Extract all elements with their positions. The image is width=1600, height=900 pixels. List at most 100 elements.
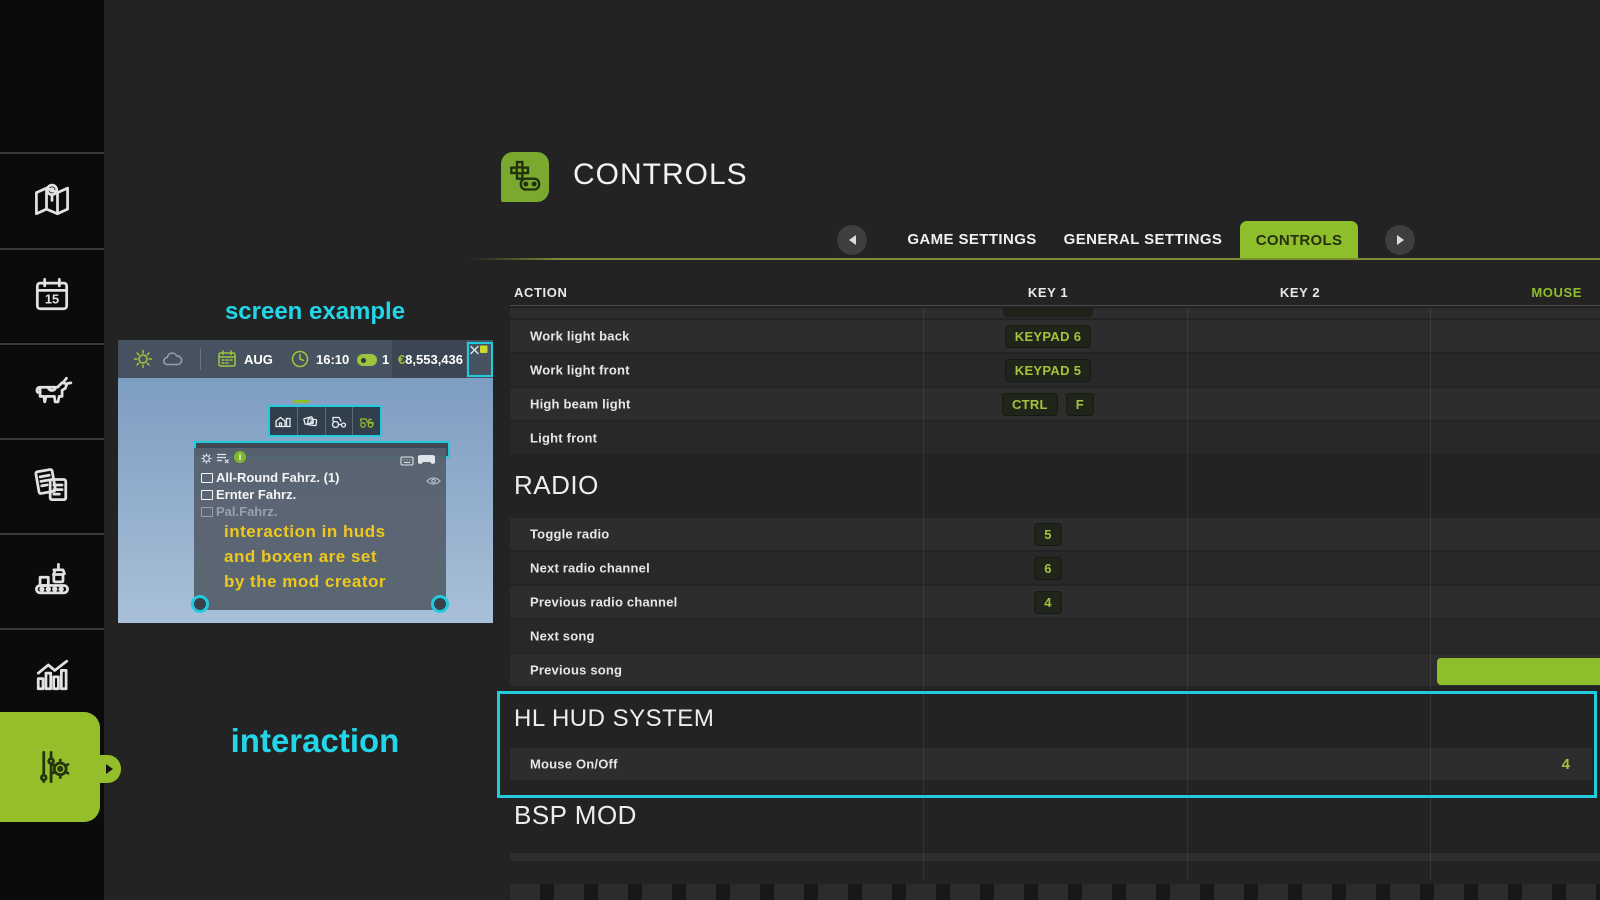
sidebar-item-calendar[interactable]: 15 [30, 273, 74, 317]
calendar-icon: 15 [30, 304, 74, 321]
map-icon [30, 209, 74, 226]
key1-binding[interactable]: KEYPAD 6 [1005, 325, 1091, 348]
action-label: High beam light [530, 397, 631, 412]
action-label: Previous song [530, 663, 622, 678]
table-row[interactable]: Next song [510, 620, 1600, 652]
col-header-mouse: MOUSE [1482, 285, 1582, 300]
divider [0, 152, 104, 154]
sun-icon [132, 348, 154, 375]
divider [200, 348, 201, 370]
money-value: 8,553,436 [405, 352, 463, 367]
column-divider [923, 308, 924, 880]
key1-binding[interactable]: 6 [1034, 557, 1062, 580]
table-row[interactable]: Light front [510, 422, 1600, 454]
hud-item-label: Pal.Fahrz. [216, 504, 277, 519]
sidebar-item-statistics[interactable] [30, 653, 74, 697]
chevron-left-icon [849, 235, 856, 245]
key1-binding-modifier[interactable]: CTRL [1002, 393, 1058, 416]
sidebar-item-animals[interactable] [30, 368, 74, 412]
money-cards-icon [298, 407, 326, 435]
action-label: Previous radio channel [530, 595, 677, 610]
checkbox-icon [201, 473, 213, 483]
production-icon [30, 589, 74, 606]
hud-list-item-dimmed: Pal.Fahrz. [201, 504, 277, 519]
action-label: Toggle radio [530, 527, 609, 542]
mouse-binding-value[interactable]: 4 [1500, 756, 1570, 773]
tab-controls-label: CONTROLS [1256, 232, 1343, 249]
chevron-right-icon [106, 764, 113, 774]
toolbar-green-tick [293, 400, 309, 403]
controls-app-icon [501, 152, 549, 202]
key1-binding[interactable]: F [1066, 393, 1094, 416]
screen-example-image: AUG 16:10 1 €8,553,436 [118, 340, 493, 623]
info-icon [234, 451, 246, 463]
chevron-right-icon [1397, 235, 1404, 245]
table-row-partial-bottom [510, 884, 1600, 900]
table-row[interactable]: High beam light CTRL F [510, 388, 1600, 420]
hud-toolbar [268, 405, 382, 437]
annotation-note-line: and boxen are set [224, 547, 377, 567]
tab-game-settings[interactable]: GAME SETTINGS [907, 231, 1036, 248]
resize-handle-icon [431, 595, 449, 613]
partial-key-badge [1003, 308, 1093, 317]
eye-icon [426, 473, 441, 491]
col-header-action: ACTION [514, 285, 567, 300]
divider [0, 438, 104, 440]
divider [0, 628, 104, 630]
action-label: Next radio channel [530, 561, 650, 576]
col-header-key1: KEY 1 [1028, 285, 1068, 300]
annotation-note-line: interaction in huds [224, 522, 386, 542]
sidebar-item-finances[interactable] [30, 463, 74, 507]
gamepad-icon [501, 184, 545, 201]
settings-sliders-icon [30, 776, 74, 793]
documents-icon [30, 494, 74, 511]
action-label: Light front [530, 431, 597, 446]
key1-binding[interactable]: 4 [1034, 591, 1062, 614]
annotation-corner-highlight [467, 342, 493, 377]
checkbox-icon [201, 507, 213, 517]
key1-binding[interactable]: KEYPAD 5 [1005, 359, 1091, 382]
sidebar-item-map[interactable] [30, 178, 74, 222]
calendar-icon [216, 348, 238, 375]
svg-text:15: 15 [45, 291, 59, 306]
gear-icon [200, 452, 213, 470]
checkbox-icon [201, 490, 213, 500]
table-row-partial [510, 853, 1600, 861]
cloud-icon [162, 351, 184, 372]
section-title-bsp-mod: BSP MOD [514, 800, 637, 831]
table-row[interactable]: Work light front KEYPAD 5 [510, 354, 1600, 386]
mouse-binding-selected[interactable] [1437, 658, 1600, 685]
action-label: Work light back [530, 329, 630, 344]
tabs-next-button[interactable] [1385, 225, 1415, 255]
annotation-note-line: by the mod creator [224, 572, 386, 592]
section-title-radio: RADIO [514, 470, 599, 501]
annotation-screen-example: screen example [150, 298, 480, 326]
money-amount: €8,553,436 [394, 352, 463, 367]
hud-item-label: Ernter Fahrz. [216, 487, 296, 502]
table-row[interactable]: Next radio channel 6 [510, 552, 1600, 584]
sidebar-item-production[interactable] [30, 558, 74, 602]
game-topbar: AUG 16:10 1 €8,553,436 [118, 340, 493, 378]
key1-binding[interactable]: 5 [1034, 523, 1062, 546]
section-title-hl-hud-system: HL HUD SYSTEM [514, 705, 714, 733]
sidebar-item-settings[interactable] [30, 745, 74, 789]
barn-icon [270, 407, 298, 435]
table-row[interactable]: Work light back KEYPAD 6 [510, 320, 1600, 352]
game-month: AUG [244, 352, 273, 367]
hud-panel: All-Round Fahrz. (1) Ernter Fahrz. Pal.F… [194, 448, 446, 610]
column-divider [1187, 308, 1188, 880]
column-divider [1430, 308, 1431, 880]
list-filter-icon [216, 452, 230, 470]
hud-list-item: Ernter Fahrz. [201, 487, 296, 502]
stats-icon [30, 684, 74, 701]
time-speed-icon [357, 354, 377, 366]
tab-controls[interactable]: CONTROLS [1240, 221, 1358, 260]
table-row[interactable]: Previous radio channel 4 [510, 586, 1600, 618]
tab-general-settings[interactable]: GENERAL SETTINGS [1064, 231, 1223, 248]
divider [0, 533, 104, 535]
action-label: Mouse On/Off [530, 757, 618, 772]
tabs-prev-button[interactable] [837, 225, 867, 255]
resize-handle-icon [191, 595, 209, 613]
controls-screen: 15 [0, 0, 1600, 900]
table-row[interactable]: Toggle radio 5 [510, 518, 1600, 550]
